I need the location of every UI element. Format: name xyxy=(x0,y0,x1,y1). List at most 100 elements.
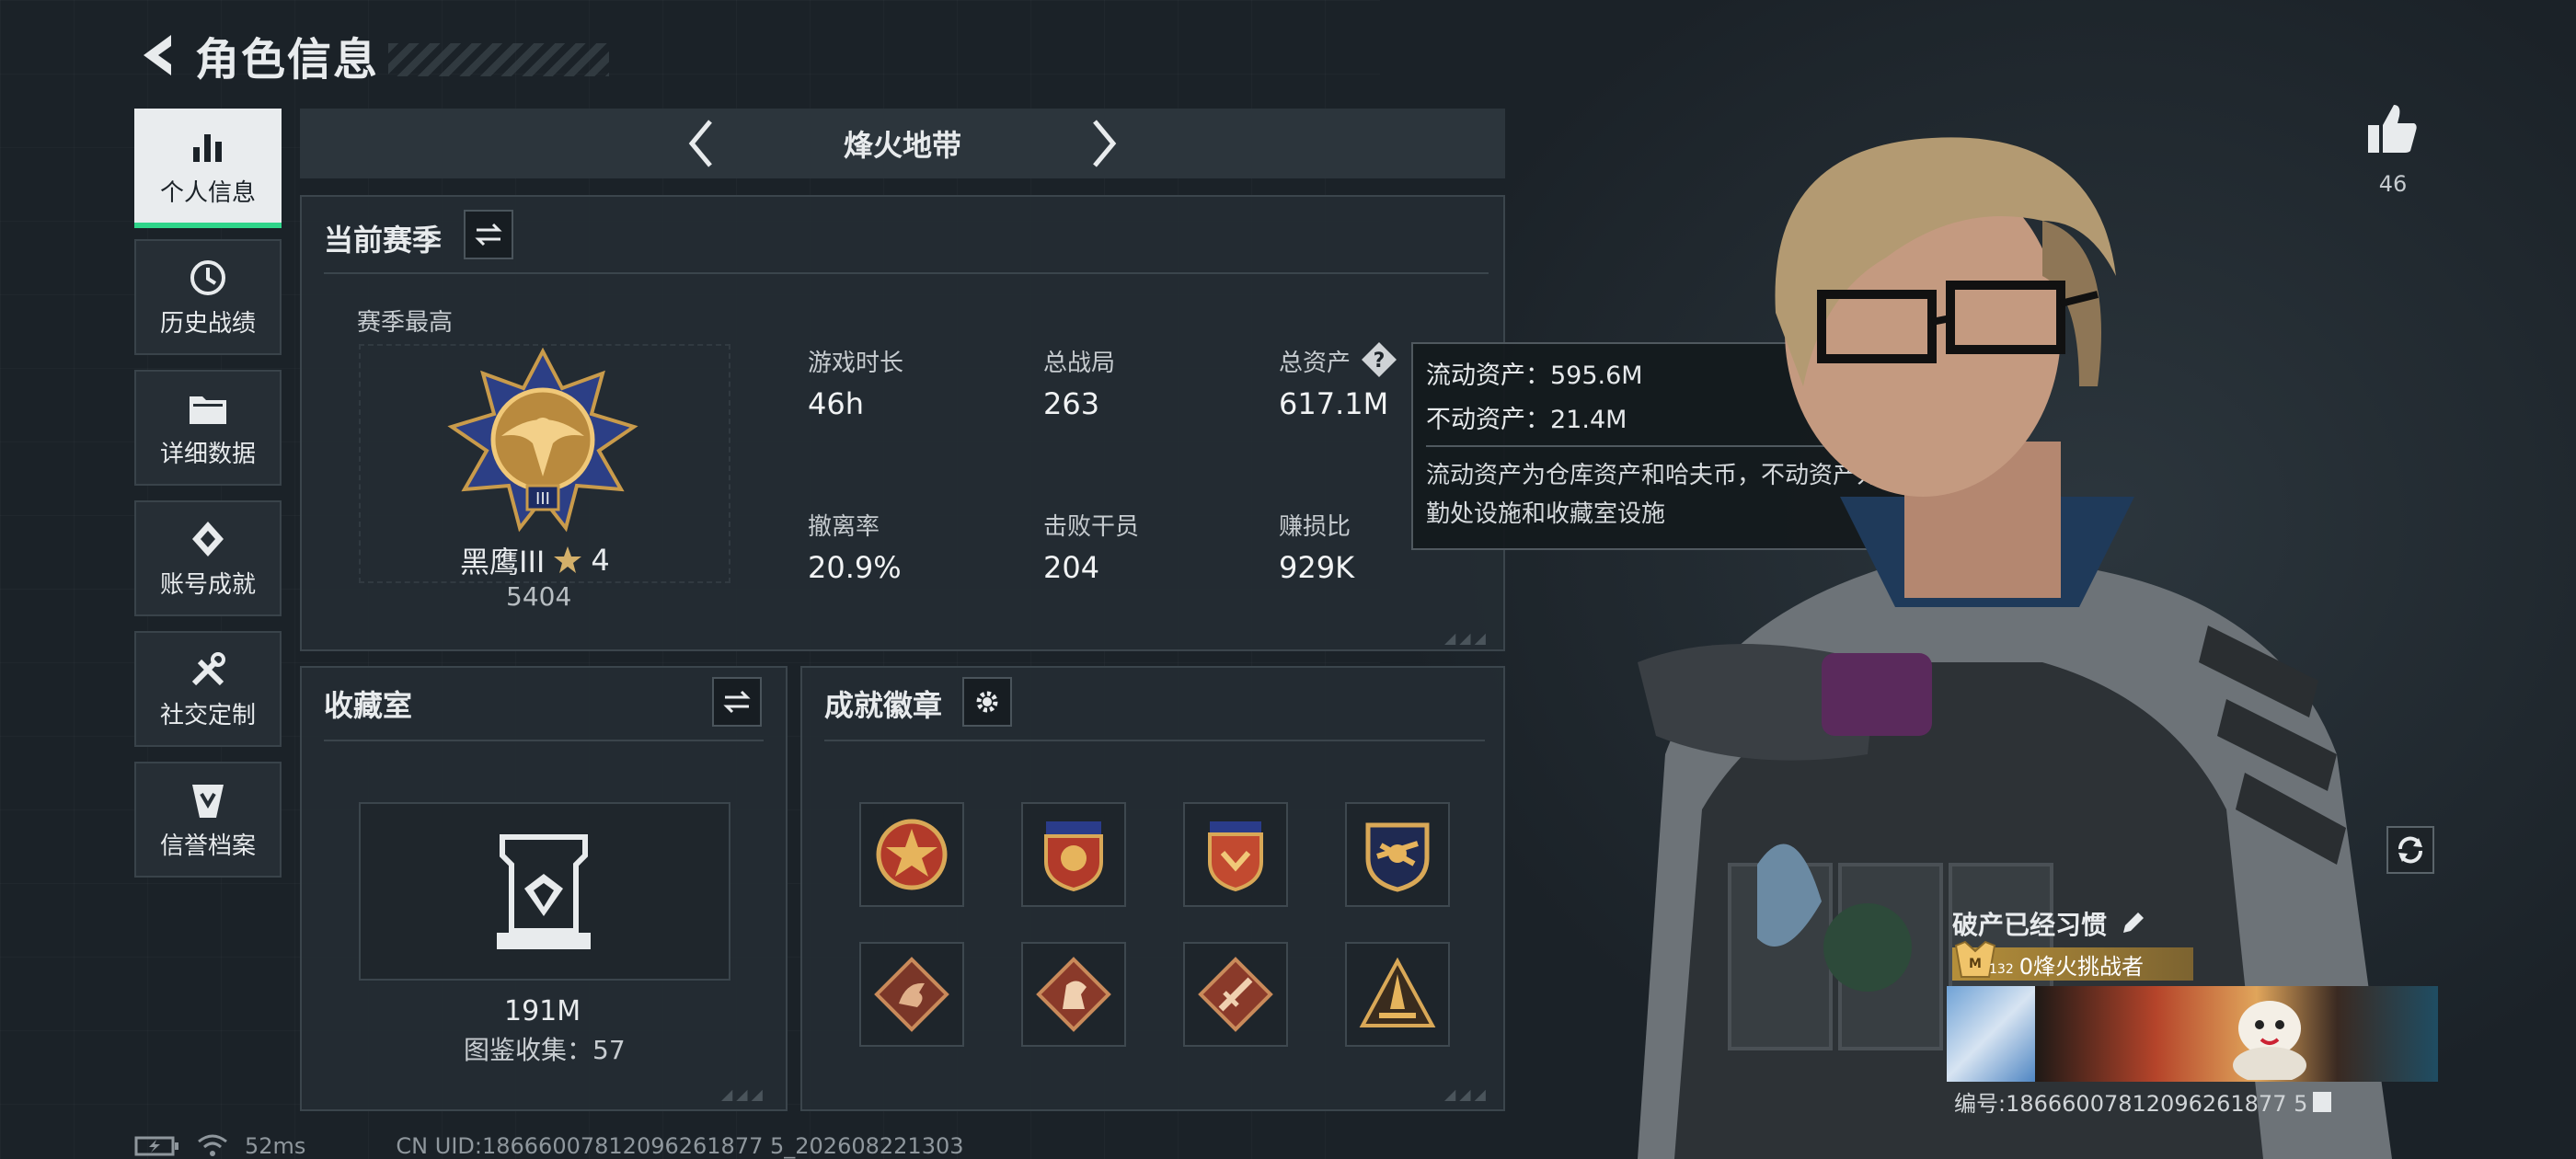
sidebar-item-label: 社交定制 xyxy=(159,701,256,729)
wifi-icon xyxy=(198,1134,227,1156)
stat-value-playtime: 46h xyxy=(808,386,864,421)
red-wing-shield-icon xyxy=(1208,821,1263,892)
sidebar-item-profile[interactable]: 个人信息 xyxy=(134,109,282,228)
panel-divider xyxy=(324,740,764,741)
player-uid-text: 编号:18666007812096261877 5 xyxy=(1954,1091,2308,1117)
title-level: 132 xyxy=(1989,962,2014,977)
player-banner[interactable] xyxy=(1947,986,2438,1082)
achievement-settings-button[interactable] xyxy=(962,677,1012,727)
sidebar-item-detail-data[interactable]: 详细数据 xyxy=(134,370,282,486)
edit-pencil-icon[interactable] xyxy=(2120,911,2145,936)
achievement-badge-5[interactable] xyxy=(859,942,964,1047)
stat-value-total-assets: 617.1M xyxy=(1279,386,1389,421)
player-name-text: 破产已经习惯 xyxy=(1952,910,2108,940)
stat-value-profit-ratio: 929K xyxy=(1279,550,1355,585)
stat-label-profit-ratio: 赚损比 xyxy=(1279,513,1351,541)
stat-label-kills: 击败干员 xyxy=(1043,513,1140,541)
season-best-label: 赛季最高 xyxy=(357,309,454,337)
battery-icon xyxy=(134,1136,178,1156)
help-icon[interactable]: ? xyxy=(1360,340,1398,379)
prev-season-button[interactable] xyxy=(673,109,728,178)
rank-score: 5404 xyxy=(506,581,572,612)
sidebar-item-social[interactable]: 社交定制 xyxy=(134,631,282,747)
season-name: 烽火地带 xyxy=(843,128,961,163)
stat-label-total-matches: 总战局 xyxy=(1043,350,1116,377)
sword-diamond-icon xyxy=(1198,957,1273,1032)
player-title-badge[interactable]: M 132 0烽火挑战者 xyxy=(1952,940,2193,981)
blue-star-shield-icon xyxy=(1044,821,1103,892)
sidebar-item-label: 详细数据 xyxy=(159,440,256,468)
stat-label-playtime: 游戏时长 xyxy=(808,350,904,377)
collection-count: 图鉴收集：57 xyxy=(464,1035,626,1065)
collection-value: 191M xyxy=(504,995,581,1027)
achievement-badge-8[interactable] xyxy=(1345,942,1450,1047)
reputation-icon xyxy=(185,779,231,821)
achievement-badge-3[interactable] xyxy=(1183,802,1288,907)
title-text: 0烽火挑战者 xyxy=(2018,953,2145,980)
sidebar-item-history[interactable]: 历史战绩 xyxy=(134,239,282,355)
refresh-icon xyxy=(2398,836,2422,864)
chevron-left-icon xyxy=(688,120,712,167)
thumbs-up-icon xyxy=(2368,105,2417,153)
stat-value-extract-rate: 20.9% xyxy=(808,550,902,585)
stat-value-kills: 204 xyxy=(1043,550,1100,585)
achievement-badge-7[interactable] xyxy=(1183,942,1288,1047)
achievement-title: 成就徽章 xyxy=(824,688,943,723)
achievement-icon xyxy=(185,518,231,560)
sidebar-item-reputation[interactable]: 信誉档案 xyxy=(134,762,282,878)
swap-icon xyxy=(475,223,502,247)
achievement-badge-6[interactable] xyxy=(1021,942,1126,1047)
rocket-triangle-icon xyxy=(1359,957,1436,1027)
sidebar: 个人信息 历史战绩 详细数据 账号成就 社交定制 信誉档案 xyxy=(134,109,282,892)
sidebar-item-achievements[interactable]: 账号成就 xyxy=(134,500,282,616)
sidebar-item-label: 信誉档案 xyxy=(159,832,256,860)
display-case-icon xyxy=(497,834,591,949)
tools-icon xyxy=(185,648,231,691)
status-bar: 52ms CN UID:18666007812096261877 5_20260… xyxy=(134,1133,964,1159)
season-switch-button[interactable] xyxy=(464,210,513,259)
stat-label-extract-rate: 撤离率 xyxy=(808,513,880,541)
copy-uid-button[interactable] xyxy=(2313,1091,2332,1112)
panel-corner-marks: ◢◢◢ xyxy=(1444,1085,1489,1103)
black-hawk-rank-emblem-icon: III xyxy=(447,348,638,533)
horse-diamond-icon xyxy=(1036,957,1111,1032)
banner-flower-art xyxy=(1947,986,2035,1082)
like-count: 46 xyxy=(2378,171,2408,197)
gold-eagle-shield-icon xyxy=(1365,822,1430,892)
red-star-shield-icon xyxy=(876,819,948,890)
next-season-button[interactable] xyxy=(1077,109,1133,178)
stat-value-total-matches: 263 xyxy=(1043,386,1100,421)
panel-corner-marks: ◢◢◢ xyxy=(721,1085,766,1103)
ping-value: 52ms xyxy=(245,1133,306,1159)
sidebar-item-label: 账号成就 xyxy=(159,570,256,599)
back-arrow-icon xyxy=(144,35,171,75)
sidebar-item-label: 个人信息 xyxy=(159,178,256,207)
svg-text:?: ? xyxy=(1374,350,1386,373)
rank-title: 黑鹰III xyxy=(460,545,546,580)
swap-icon xyxy=(723,690,751,714)
like-button[interactable] xyxy=(2364,101,2420,160)
achievement-badge-1[interactable] xyxy=(859,802,964,907)
dragon-diamond-icon xyxy=(874,957,949,1032)
panel-divider xyxy=(824,740,1485,741)
season-selector: 烽火地带 xyxy=(300,109,1505,178)
rank-name: 黑鹰III 4 xyxy=(460,539,610,581)
star-icon xyxy=(554,546,582,573)
player-uid: 编号:18666007812096261877 5 xyxy=(1954,1085,2332,1118)
page-header: 角色信息 xyxy=(129,18,610,92)
achievement-badge-2[interactable] xyxy=(1021,802,1126,907)
player-name: 破产已经习惯 xyxy=(1952,905,2145,942)
panel-divider xyxy=(324,272,1489,274)
svg-text:M: M xyxy=(1969,957,1982,971)
chevron-right-icon xyxy=(1093,120,1117,167)
mascot-illustration-icon xyxy=(2233,1001,2306,1080)
folder-icon xyxy=(185,387,231,430)
achievement-badge-4[interactable] xyxy=(1345,802,1450,907)
refresh-button[interactable] xyxy=(2386,826,2434,874)
current-season-title: 当前赛季 xyxy=(324,223,443,258)
panel-corner-marks: ◢◢◢ xyxy=(1444,629,1489,647)
collection-switch-button[interactable] xyxy=(712,677,762,727)
back-button[interactable] xyxy=(129,23,184,87)
svg-text:III: III xyxy=(535,489,550,509)
bar-chart-icon xyxy=(185,126,231,168)
